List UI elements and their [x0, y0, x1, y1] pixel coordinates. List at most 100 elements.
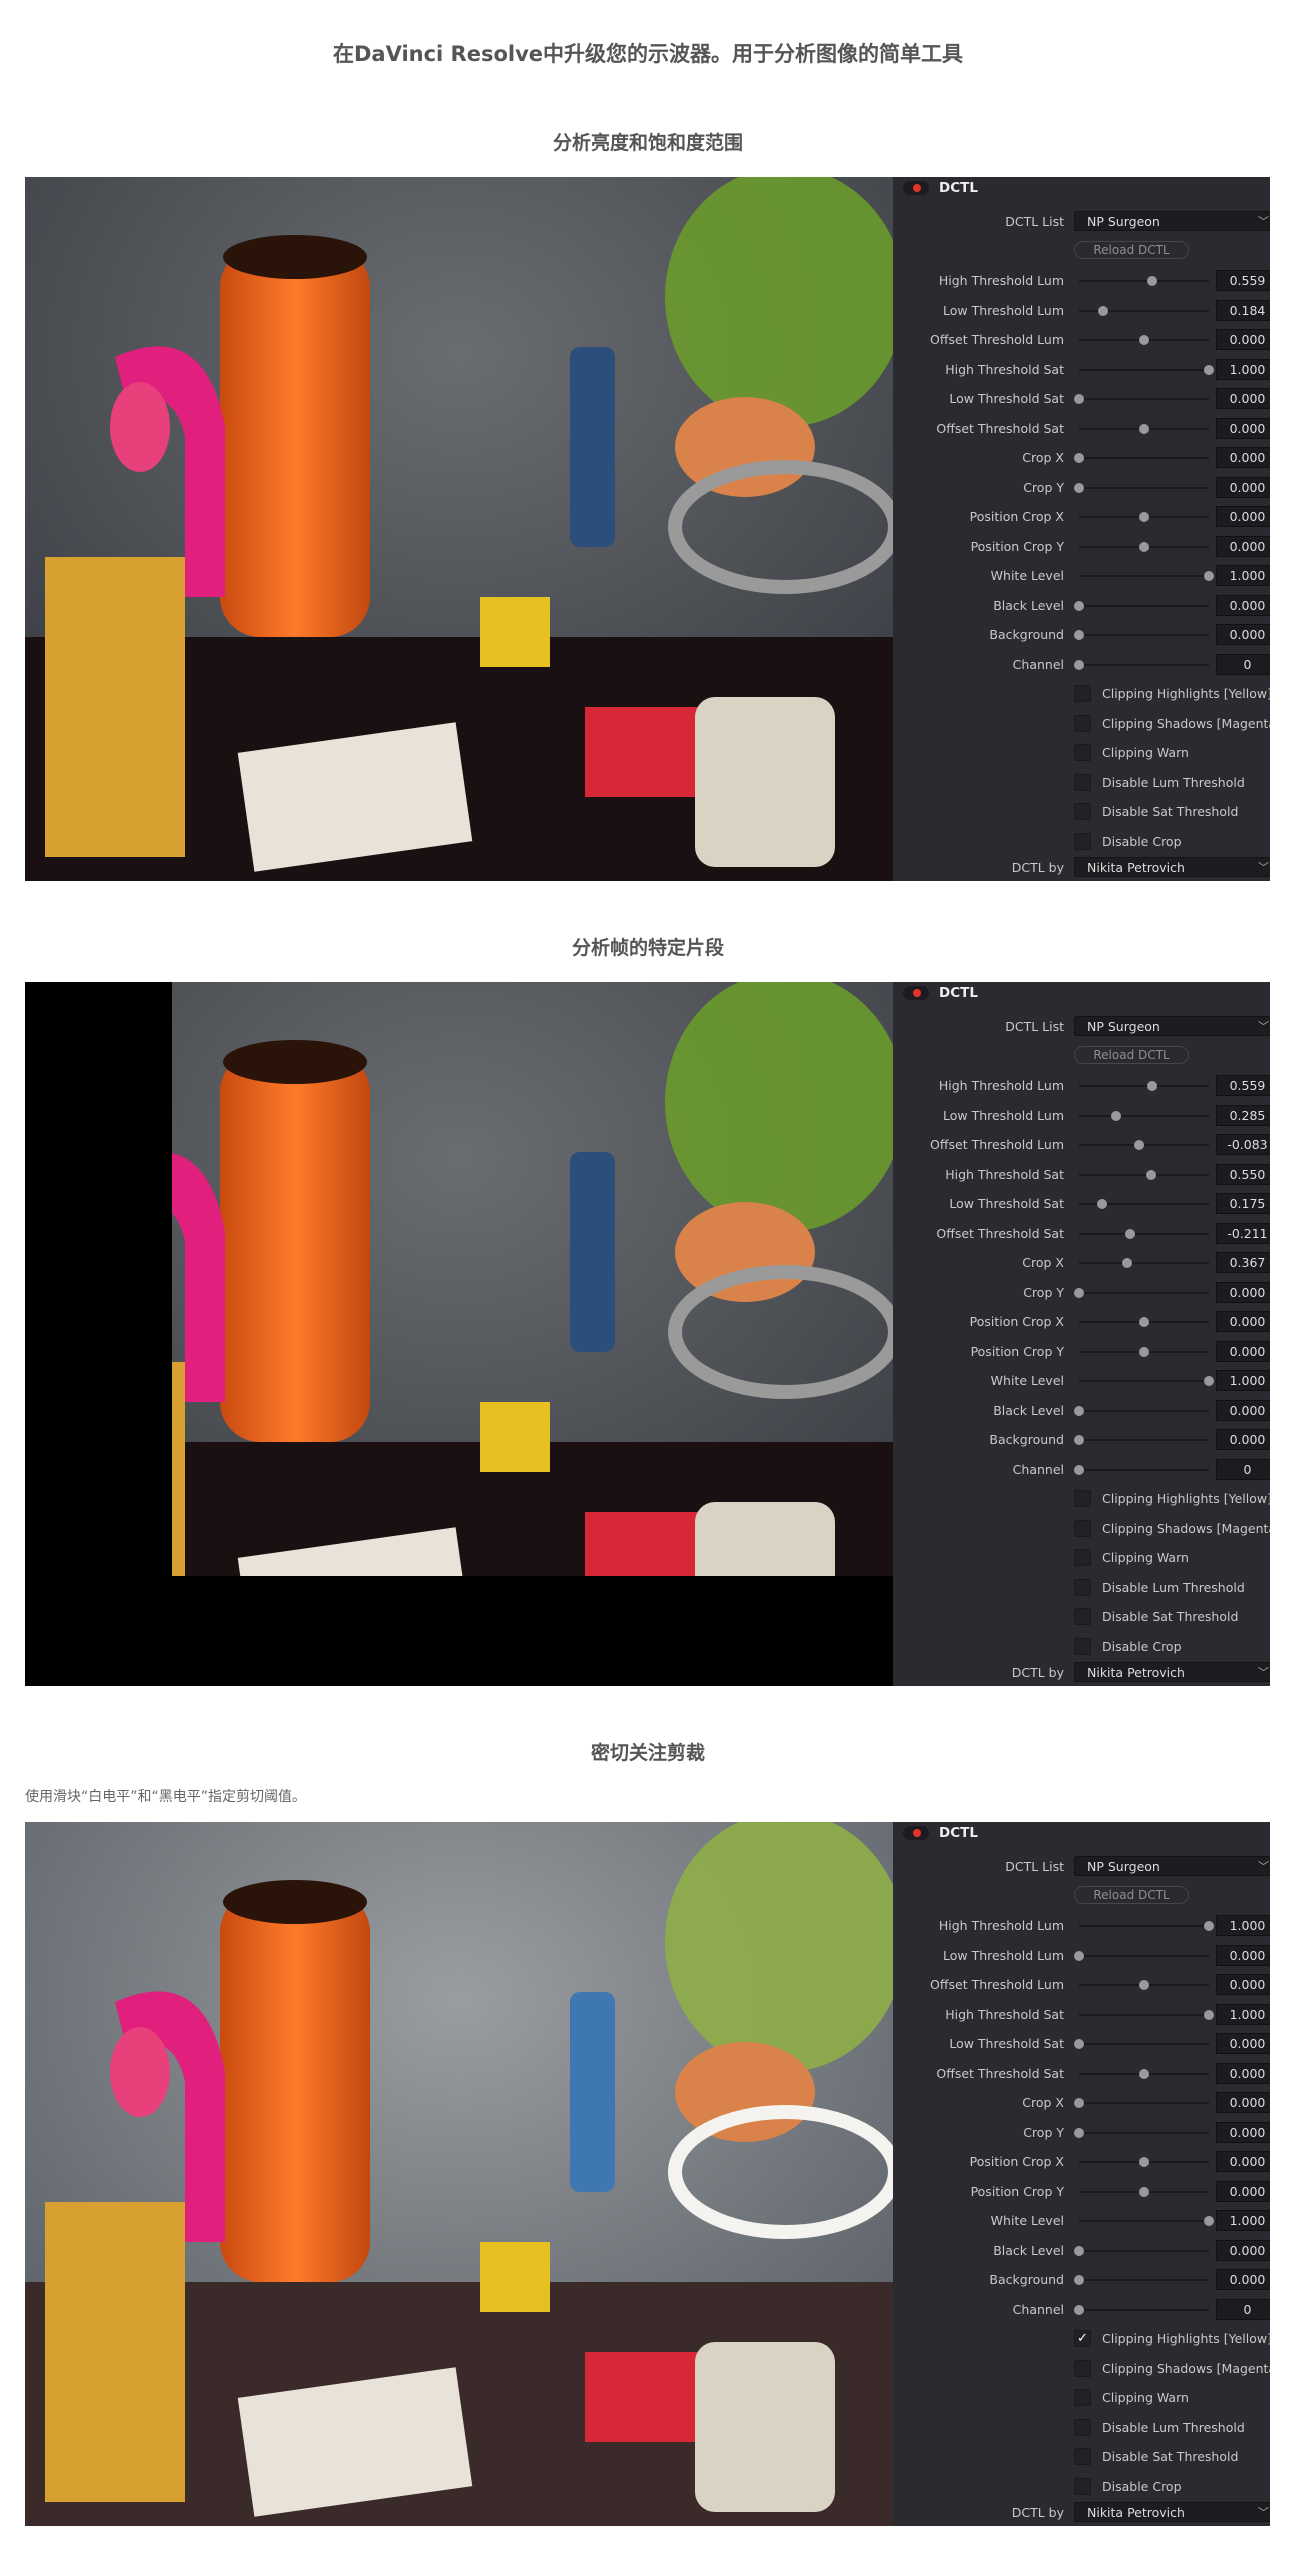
dctl-enable-toggle[interactable] [903, 181, 929, 195]
slider-value-field[interactable]: -0.211 [1216, 1222, 1270, 1244]
dctl-by-dropdown[interactable]: Nikita Petrovich ﹀ [1074, 2502, 1270, 2522]
slider-track[interactable] [1079, 1199, 1209, 1209]
slider-track[interactable] [1074, 2275, 1209, 2285]
slider-value-field[interactable]: 0.559 [1216, 270, 1270, 291]
slider-value-field[interactable]: 0.000 [1216, 2092, 1270, 2113]
slider-track[interactable] [1074, 1435, 1209, 1445]
slider-handle[interactable] [1125, 1228, 1136, 1239]
slider-handle[interactable] [1204, 571, 1214, 581]
slider-value-field[interactable]: 0.559 [1216, 1075, 1270, 1096]
slider-value-field[interactable]: 0.000 [1216, 1429, 1270, 1450]
slider-track[interactable] [1074, 1287, 1209, 1298]
slider-handle[interactable] [1139, 1980, 1149, 1990]
slider-handle[interactable] [1139, 541, 1149, 552]
slider-value-field[interactable]: 0 [1216, 2298, 1270, 2320]
slider-value-field[interactable]: 0 [1216, 653, 1270, 675]
slider-track[interactable] [1079, 1081, 1209, 1091]
reload-dctl-button[interactable]: Reload DCTL [1074, 1886, 1189, 1904]
slider-handle[interactable] [1145, 1169, 1156, 1180]
slider-handle[interactable] [1074, 1464, 1084, 1475]
slider-value-field[interactable]: 0.550 [1216, 1163, 1270, 1185]
slider-handle[interactable] [1074, 659, 1084, 670]
slider-track[interactable] [1074, 394, 1209, 404]
slider-track[interactable] [1074, 1950, 1209, 1961]
checkbox[interactable] [1074, 744, 1091, 761]
slider-value-field[interactable]: 0.000 [1216, 624, 1270, 645]
slider-handle[interactable] [1204, 1376, 1214, 1386]
slider-value-field[interactable]: 0.000 [1216, 2269, 1270, 2290]
slider-track[interactable] [1074, 659, 1209, 670]
slider-value-field[interactable]: 0.000 [1216, 506, 1270, 527]
slider-handle[interactable] [1146, 276, 1157, 286]
checkbox[interactable] [1074, 1490, 1091, 1507]
slider-value-field[interactable]: 1.000 [1216, 565, 1270, 586]
slider-handle[interactable] [1074, 1287, 1084, 1298]
slider-track[interactable] [1079, 1346, 1209, 1357]
checkbox[interactable] [1074, 2477, 1091, 2495]
checkbox[interactable] [1074, 2359, 1091, 2377]
slider-value-field[interactable]: 0.000 [1216, 1281, 1270, 1303]
slider-handle[interactable] [1074, 453, 1084, 463]
slider-value-field[interactable]: 0.000 [1216, 2151, 1270, 2172]
checkbox[interactable]: ✓ [1074, 2330, 1091, 2347]
slider-value-field[interactable]: 0.175 [1216, 1193, 1270, 1214]
checkbox[interactable] [1074, 773, 1091, 791]
slider-track[interactable] [1079, 541, 1209, 552]
checkbox[interactable] [1074, 832, 1091, 850]
slider-value-field[interactable]: 1.000 [1216, 1370, 1270, 1391]
dctl-enable-toggle[interactable] [903, 986, 929, 1000]
slider-handle[interactable] [1139, 512, 1149, 522]
slider-handle[interactable] [1204, 2009, 1214, 2020]
slider-track[interactable] [1074, 1405, 1209, 1416]
slider-track[interactable] [1074, 453, 1209, 463]
slider-track[interactable] [1079, 1376, 1214, 1386]
slider-track[interactable] [1079, 423, 1209, 434]
dctl-list-dropdown[interactable]: NP Surgeon ﹀ [1074, 1856, 1270, 1876]
slider-handle[interactable] [1074, 2039, 1084, 2049]
slider-value-field[interactable]: 0.000 [1216, 476, 1270, 498]
slider-track[interactable] [1079, 335, 1209, 345]
checkbox[interactable] [1074, 714, 1091, 732]
slider-handle[interactable] [1074, 600, 1084, 611]
slider-handle[interactable] [1204, 1921, 1214, 1931]
slider-value-field[interactable]: 0.000 [1216, 388, 1270, 409]
checkbox[interactable] [1074, 2418, 1091, 2436]
slider-value-field[interactable]: 1.000 [1216, 1915, 1270, 1936]
slider-value-field[interactable]: 0.184 [1216, 299, 1270, 321]
slider-handle[interactable] [1139, 335, 1149, 345]
slider-track[interactable] [1079, 2157, 1209, 2167]
checkbox[interactable] [1074, 2389, 1091, 2406]
slider-value-field[interactable]: 0.000 [1216, 2121, 1270, 2143]
checkbox[interactable] [1074, 2448, 1091, 2465]
slider-track[interactable] [1074, 2245, 1209, 2256]
slider-value-field[interactable]: -0.083 [1216, 1134, 1270, 1155]
slider-handle[interactable] [1074, 1950, 1084, 1961]
reload-dctl-button[interactable]: Reload DCTL [1074, 1046, 1189, 1064]
slider-handle[interactable] [1139, 2068, 1149, 2079]
reload-dctl-button[interactable]: Reload DCTL [1074, 241, 1189, 259]
slider-handle[interactable] [1121, 1258, 1132, 1268]
slider-handle[interactable] [1074, 2275, 1084, 2285]
checkbox[interactable] [1074, 1578, 1091, 1596]
checkbox[interactable] [1074, 803, 1091, 820]
slider-value-field[interactable]: 0.367 [1216, 1252, 1270, 1273]
slider-value-field[interactable]: 0.000 [1216, 447, 1270, 468]
slider-value-field[interactable]: 0.000 [1216, 535, 1270, 557]
slider-track[interactable] [1074, 1464, 1209, 1475]
slider-handle[interactable] [1074, 1435, 1084, 1445]
checkbox[interactable] [1074, 1519, 1091, 1537]
slider-handle[interactable] [1074, 2245, 1084, 2256]
slider-handle[interactable] [1096, 1199, 1107, 1209]
slider-value-field[interactable]: 1.000 [1216, 358, 1270, 380]
checkbox[interactable] [1074, 1608, 1091, 1625]
slider-track[interactable] [1079, 276, 1209, 286]
slider-track[interactable] [1079, 2186, 1209, 2197]
slider-track[interactable] [1079, 571, 1214, 581]
dctl-by-dropdown[interactable]: Nikita Petrovich ﹀ [1074, 1662, 1270, 1682]
slider-handle[interactable] [1139, 1317, 1149, 1327]
slider-track[interactable] [1079, 364, 1214, 375]
slider-track[interactable] [1079, 1140, 1209, 1150]
slider-handle[interactable] [1204, 2216, 1214, 2226]
slider-handle[interactable] [1139, 2157, 1149, 2167]
dctl-by-dropdown[interactable]: Nikita Petrovich ﹀ [1074, 857, 1270, 877]
